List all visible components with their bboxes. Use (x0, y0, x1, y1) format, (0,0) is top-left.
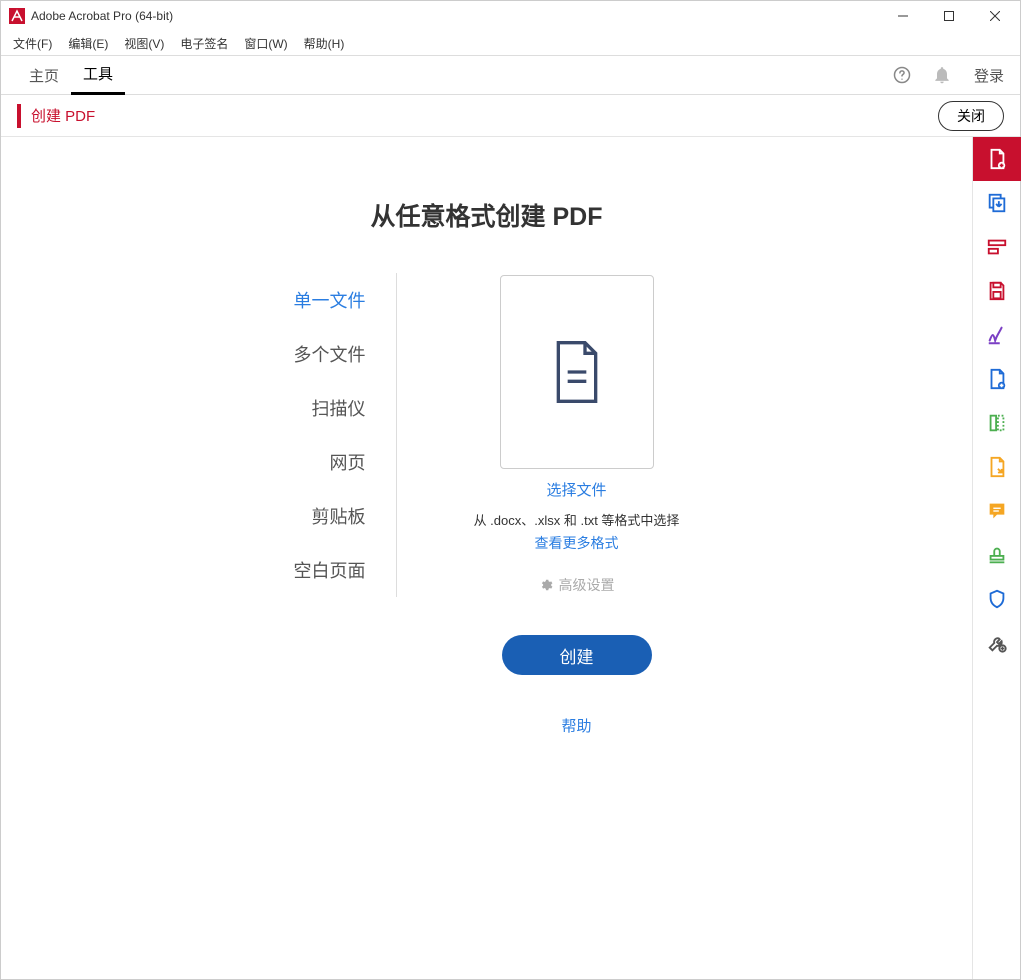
rail-export[interactable] (973, 357, 1021, 401)
create-button[interactable]: 创建 (502, 635, 652, 675)
bell-icon[interactable] (928, 61, 956, 89)
source-single-file[interactable]: 单一文件 (217, 273, 376, 327)
main-wrap: 从任意格式创建 PDF 单一文件 多个文件 扫描仪 网页 剪贴板 空白页面 (1, 137, 1020, 979)
advanced-label: 高级设置 (559, 575, 615, 595)
window-title: Adobe Acrobat Pro (64-bit) (31, 9, 880, 23)
app-icon (9, 8, 25, 24)
source-webpage[interactable]: 网页 (217, 435, 376, 489)
source-multiple-files[interactable]: 多个文件 (217, 327, 376, 381)
rail-sign[interactable] (973, 313, 1021, 357)
titlebar: Adobe Acrobat Pro (64-bit) (1, 1, 1020, 31)
menu-esign[interactable]: 电子签名 (174, 33, 234, 54)
rail-edit[interactable] (973, 225, 1021, 269)
rail-save[interactable] (973, 269, 1021, 313)
rail-comment[interactable] (973, 489, 1021, 533)
more-formats-link[interactable]: 查看更多格式 (535, 533, 619, 553)
menu-file[interactable]: 文件(F) (7, 33, 58, 54)
rail-combine[interactable] (973, 181, 1021, 225)
tool-name: 创建 PDF (31, 105, 938, 126)
file-icon (549, 340, 605, 404)
menu-help[interactable]: 帮助(H) (298, 33, 351, 54)
close-window-button[interactable] (972, 1, 1018, 31)
tabsbar: 主页 工具 登录 (1, 55, 1020, 95)
menu-view[interactable]: 视图(V) (118, 33, 170, 54)
tool-rail (972, 137, 1020, 979)
help-icon[interactable] (888, 61, 916, 89)
source-scanner[interactable]: 扫描仪 (217, 381, 376, 435)
close-tool-button[interactable]: 关闭 (938, 101, 1004, 131)
center-panel: 选择文件 从 .docx、.xlsx 和 .txt 等格式中选择 查看更多格式 … (397, 273, 757, 736)
rail-organize[interactable] (973, 401, 1021, 445)
formats-text: 从 .docx、.xlsx 和 .txt 等格式中选择 (474, 510, 680, 529)
advanced-settings: 高级设置 (539, 575, 615, 595)
rail-export-pdf[interactable] (973, 445, 1021, 489)
menu-window[interactable]: 窗口(W) (238, 33, 293, 54)
menu-edit[interactable]: 编辑(E) (62, 33, 114, 54)
tab-home[interactable]: 主页 (17, 57, 71, 94)
maximize-button[interactable] (926, 1, 972, 31)
tool-accent-bar (17, 104, 21, 128)
rail-more-tools[interactable] (973, 621, 1021, 665)
help-link[interactable]: 帮助 (561, 715, 591, 736)
file-dropzone[interactable] (500, 275, 654, 469)
source-list: 单一文件 多个文件 扫描仪 网页 剪贴板 空白页面 (217, 273, 397, 597)
menubar: 文件(F) 编辑(E) 视图(V) 电子签名 窗口(W) 帮助(H) (1, 31, 1020, 55)
source-blank-page[interactable]: 空白页面 (217, 543, 376, 597)
source-clipboard[interactable]: 剪贴板 (217, 489, 376, 543)
minimize-button[interactable] (880, 1, 926, 31)
rail-create-pdf[interactable] (973, 137, 1021, 181)
page-heading: 从任意格式创建 PDF (371, 197, 603, 233)
rail-stamp[interactable] (973, 533, 1021, 577)
login-link[interactable]: 登录 (974, 65, 1004, 86)
rail-protect[interactable] (973, 577, 1021, 621)
tab-tools[interactable]: 工具 (71, 55, 125, 95)
gear-icon (539, 578, 553, 592)
select-file-link[interactable]: 选择文件 (546, 479, 606, 500)
tool-header: 创建 PDF 关闭 (1, 95, 1020, 137)
panel: 单一文件 多个文件 扫描仪 网页 剪贴板 空白页面 选择文件 从 .doc (217, 273, 757, 736)
content: 从任意格式创建 PDF 单一文件 多个文件 扫描仪 网页 剪贴板 空白页面 (1, 137, 972, 979)
